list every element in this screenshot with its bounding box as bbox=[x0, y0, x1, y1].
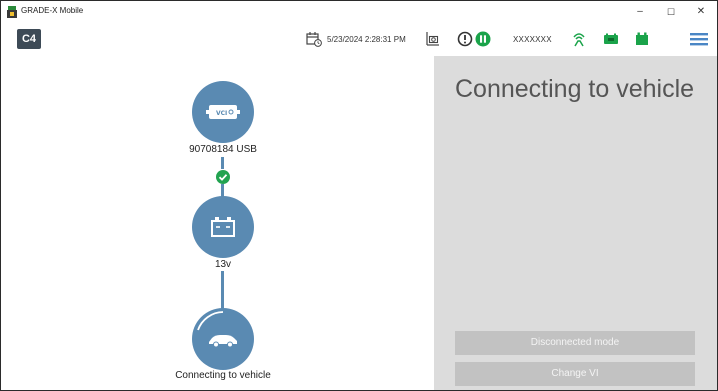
window-title: GRADE-X Mobile bbox=[21, 6, 84, 15]
wireless-icon[interactable] bbox=[571, 31, 587, 47]
status-panel: Connecting to vehicle Disconnected mode … bbox=[434, 56, 717, 390]
battery-outline-icon bbox=[211, 217, 235, 237]
battery-node[interactable] bbox=[192, 196, 254, 258]
battery-icon[interactable] bbox=[634, 31, 650, 47]
vci-node[interactable]: VCI bbox=[192, 81, 254, 143]
maximize-button[interactable]: ☐ bbox=[660, 4, 682, 20]
app-window: GRADE-X Mobile – ☐ ✕ C4 5/23/2024 2:28:3… bbox=[0, 0, 718, 391]
vci-battery-icon[interactable] bbox=[603, 31, 619, 47]
battery-label: 13v bbox=[214, 259, 232, 270]
minimize-button[interactable]: – bbox=[629, 4, 651, 20]
date-time: 5/23/2024 2:28:31 PM bbox=[327, 35, 406, 44]
car-icon bbox=[209, 335, 237, 348]
title-bar: GRADE-X Mobile – ☐ ✕ bbox=[1, 1, 717, 23]
menu-icon[interactable] bbox=[689, 31, 709, 47]
vehicle-node[interactable] bbox=[192, 308, 254, 370]
app-icon bbox=[7, 6, 17, 18]
vci-label: 90708184 USB bbox=[189, 144, 257, 155]
toolbar: C4 5/23/2024 2:28:31 PM XXXXXXX bbox=[1, 24, 717, 56]
change-vi-button[interactable]: Change VI bbox=[455, 362, 695, 386]
disconnected-mode-button[interactable]: Disconnected mode bbox=[455, 331, 695, 355]
vci-badge: VCI bbox=[216, 110, 227, 117]
vehicle-label: Connecting to vehicle bbox=[175, 370, 271, 381]
connector-line bbox=[221, 157, 224, 169]
user-name: XXXXXXX bbox=[513, 35, 552, 44]
connection-chain: VCI 90708184 USB 13v Connecting to vehic… bbox=[2, 56, 434, 390]
camera-icon[interactable] bbox=[425, 31, 441, 47]
alert-icon[interactable] bbox=[457, 31, 473, 47]
close-button[interactable]: ✕ bbox=[690, 4, 712, 20]
status-heading: Connecting to vehicle bbox=[455, 75, 695, 103]
pause-icon[interactable] bbox=[475, 31, 491, 47]
calendar-icon[interactable] bbox=[306, 31, 322, 47]
c4-logo[interactable]: C4 bbox=[17, 29, 41, 49]
vci-device-icon: VCI bbox=[206, 105, 240, 119]
check-icon bbox=[216, 170, 230, 184]
